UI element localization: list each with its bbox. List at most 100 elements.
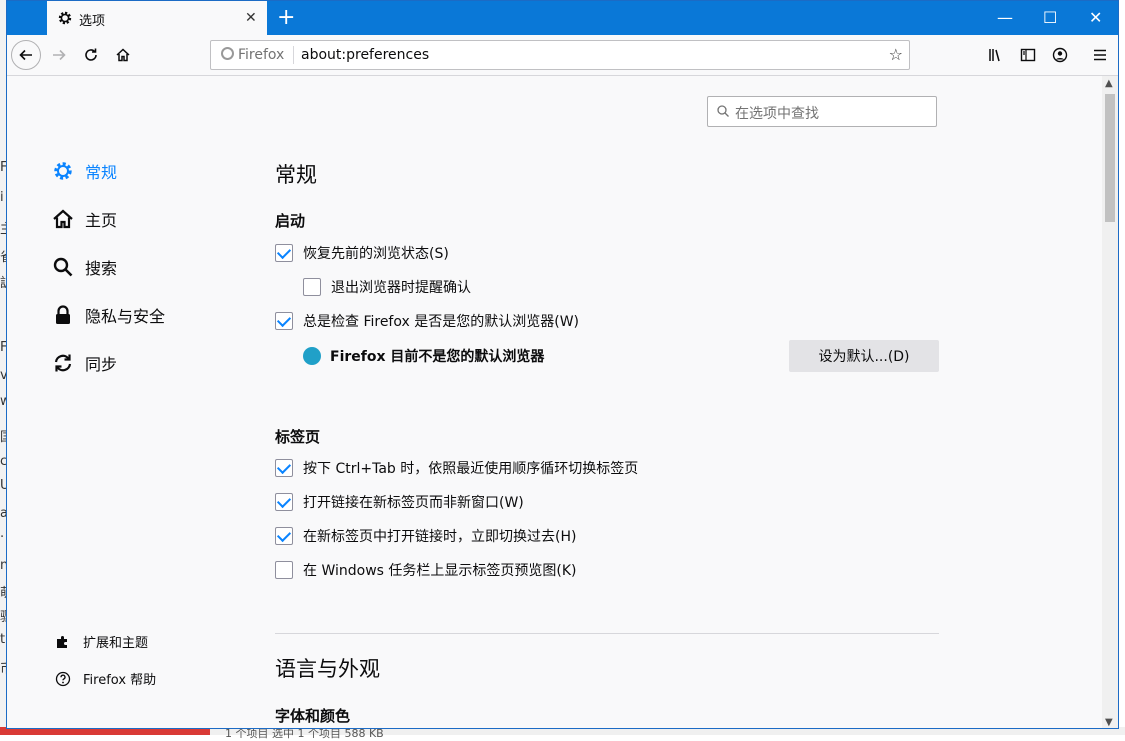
category-search[interactable]: 搜索 xyxy=(51,253,117,281)
reload-button[interactable] xyxy=(79,43,103,67)
bookmark-star-icon[interactable]: ☆ xyxy=(889,45,903,64)
switch-to-new-tabs-checkbox[interactable]: 在新标签页中打开链接时，立即切换过去(H) xyxy=(275,526,576,546)
restore-session-checkbox[interactable]: 恢复先前的浏览状态(S) xyxy=(275,243,449,263)
scroll-down-icon[interactable]: ▼ xyxy=(1105,717,1113,728)
back-arrow-icon xyxy=(19,49,32,61)
checkmark-icon xyxy=(276,459,292,474)
tab-strip: 选项 ✕ + — ☐ ✕ xyxy=(7,1,1118,35)
maximize-button[interactable]: ☐ xyxy=(1043,8,1057,27)
section-divider xyxy=(275,633,939,634)
checkbox-label: 退出浏览器时提醒确认 xyxy=(331,280,471,296)
sidebar-icon xyxy=(1020,48,1036,62)
background-text: t xyxy=(0,632,6,647)
category-label: 常规 xyxy=(85,163,118,182)
new-tab-button[interactable]: + xyxy=(277,6,295,30)
gear-icon xyxy=(58,11,72,25)
checkbox[interactable] xyxy=(275,312,293,330)
reload-icon xyxy=(85,48,97,61)
category-label: 隐私与安全 xyxy=(85,307,166,326)
home-button[interactable] xyxy=(111,43,135,67)
category-privacy[interactable]: 隐私与安全 xyxy=(51,301,165,329)
taskbar-previews-checkbox[interactable]: 在 Windows 任务栏上显示标签页预览图(K) xyxy=(275,560,577,580)
checkbox-label: 按下 Ctrl+Tab 时，依照最近使用顺序循环切换标签页 xyxy=(303,461,639,477)
set-default-button[interactable]: 设为默认...(D) xyxy=(789,340,939,372)
checkbox[interactable] xyxy=(275,493,293,511)
hamburger-menu-icon xyxy=(1094,49,1106,61)
checkbox[interactable] xyxy=(275,244,293,262)
sad-face-icon xyxy=(303,347,321,365)
forward-button[interactable] xyxy=(47,43,71,67)
search-icon xyxy=(51,255,75,279)
home-icon xyxy=(116,48,130,62)
category-home[interactable]: 主页 xyxy=(51,205,117,233)
open-links-in-tabs-checkbox[interactable]: 打开链接在新标签页而非新窗口(W) xyxy=(275,492,524,512)
account-button[interactable] xyxy=(1048,43,1072,67)
firefox-window: 选项 ✕ + — ☐ ✕ Firefox about:preferences ☆ xyxy=(6,0,1119,729)
checkbox-label: 总是检查 Firefox 是否是您的默认浏览器(W) xyxy=(303,314,580,330)
not-default-text: Firefox 目前不是您的默认浏览器 xyxy=(330,349,545,365)
preferences-page: 在选项中查找 常规 主页 搜索 隐私与安全 同步 扩展和主题 Firefox 帮… xyxy=(7,76,1103,728)
category-label: 搜索 xyxy=(85,259,118,278)
addons-link[interactable]: 扩展和主题 xyxy=(55,632,148,651)
ctrl-tab-checkbox[interactable]: 按下 Ctrl+Tab 时，依照最近使用顺序循环切换标签页 xyxy=(275,458,638,478)
menu-button[interactable] xyxy=(1088,43,1112,67)
warn-on-quit-checkbox[interactable]: 退出浏览器时提醒确认 xyxy=(303,277,471,297)
checkbox[interactable] xyxy=(275,459,293,477)
library-icon xyxy=(989,49,1000,62)
preferences-search-input[interactable]: 在选项中查找 xyxy=(707,96,937,127)
puzzle-icon xyxy=(55,634,71,650)
category-general[interactable]: 常规 xyxy=(51,157,117,185)
checkbox[interactable] xyxy=(275,527,293,545)
checkbox-label: 打开链接在新标签页而非新窗口(W) xyxy=(303,495,524,511)
checkmark-icon xyxy=(276,527,292,542)
category-sync[interactable]: 同步 xyxy=(51,349,117,377)
forward-arrow-icon xyxy=(53,49,66,61)
account-icon xyxy=(1052,47,1068,63)
search-icon xyxy=(717,105,729,117)
checkbox[interactable] xyxy=(303,278,321,296)
addons-label: 扩展和主题 xyxy=(83,636,149,651)
checkmark-icon xyxy=(276,244,292,259)
page-title: 常规 xyxy=(275,163,317,187)
category-label: 同步 xyxy=(85,355,118,374)
fonts-colors-heading: 字体和颜色 xyxy=(275,707,351,725)
scrollbar-thumb[interactable] xyxy=(1105,94,1115,222)
identity-text: Firefox xyxy=(238,47,285,63)
category-label: 主页 xyxy=(85,211,118,230)
sidebar-button[interactable] xyxy=(1016,43,1040,67)
sync-icon xyxy=(51,351,75,375)
not-default-notice: Firefox 目前不是您的默认浏览器 xyxy=(303,346,544,366)
help-icon xyxy=(55,671,71,687)
url-bar[interactable]: Firefox about:preferences ☆ xyxy=(210,40,910,70)
firefox-logo-icon xyxy=(221,47,234,60)
tab-title: 选项 xyxy=(79,14,106,29)
page-scrollbar[interactable]: ▲ ▼ xyxy=(1102,76,1118,728)
close-tab-icon[interactable]: ✕ xyxy=(245,10,257,26)
checkmark-icon xyxy=(276,493,292,508)
minimize-button[interactable]: — xyxy=(997,8,1013,27)
checkbox-label: 在新标签页中打开链接时，立即切换过去(H) xyxy=(303,529,577,545)
checkmark-icon xyxy=(276,312,292,327)
help-link[interactable]: Firefox 帮助 xyxy=(55,669,156,688)
help-label: Firefox 帮助 xyxy=(83,673,157,688)
search-placeholder: 在选项中查找 xyxy=(735,106,819,122)
identity-label: Firefox xyxy=(221,47,284,63)
url-text[interactable]: about:preferences xyxy=(301,47,429,63)
back-button[interactable] xyxy=(11,40,41,70)
checkbox-label: 在 Windows 任务栏上显示标签页预览图(K) xyxy=(303,563,577,579)
tab-preferences[interactable]: 选项 ✕ xyxy=(47,1,267,35)
tabs-heading: 标签页 xyxy=(275,428,321,446)
close-window-button[interactable]: ✕ xyxy=(1089,8,1102,27)
checkbox-label: 恢复先前的浏览状态(S) xyxy=(303,246,449,262)
check-default-checkbox[interactable]: 总是检查 Firefox 是否是您的默认浏览器(W) xyxy=(275,311,579,331)
home-icon xyxy=(51,207,75,231)
url-separator xyxy=(293,46,294,64)
scroll-up-icon[interactable]: ▲ xyxy=(1105,78,1113,89)
checkbox[interactable] xyxy=(275,561,293,579)
startup-heading: 启动 xyxy=(275,212,306,230)
nav-toolbar: Firefox about:preferences ☆ xyxy=(7,35,1118,76)
background-text: · xyxy=(0,530,5,545)
gear-icon xyxy=(51,159,75,183)
library-button[interactable] xyxy=(984,43,1008,67)
lock-icon xyxy=(51,303,75,327)
